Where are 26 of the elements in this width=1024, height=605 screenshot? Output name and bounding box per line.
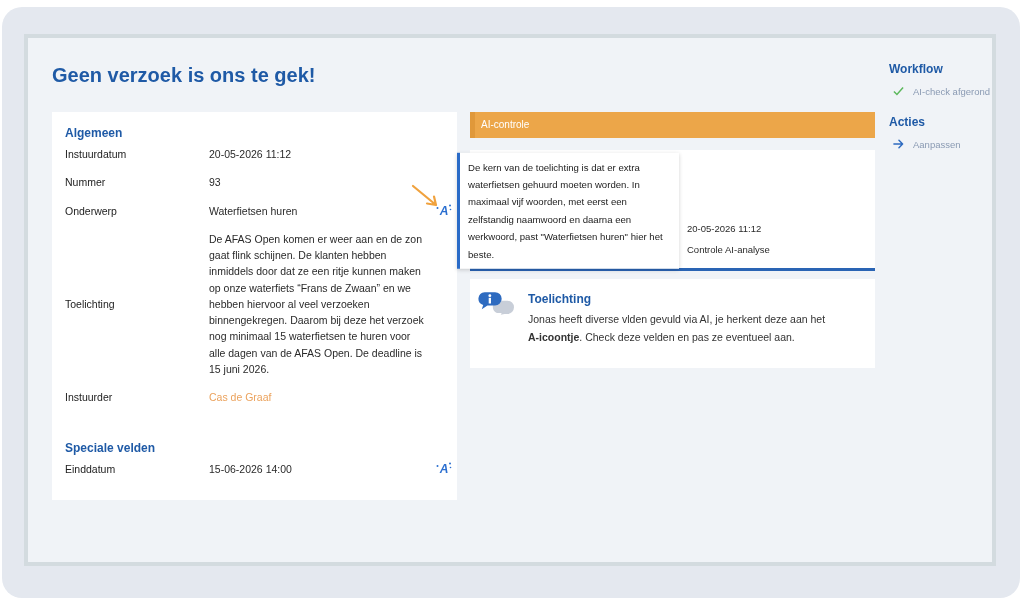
section-heading: Algemeen: [65, 126, 124, 140]
workflow-status: AI-check afgerond: [913, 85, 991, 97]
field-value: 93: [209, 175, 222, 191]
field-label: Instuurdatum: [65, 147, 128, 162]
page-title: Geen verzoek is ons te gek!: [52, 63, 317, 88]
field-value: 15-06-2026 14:00: [209, 462, 293, 478]
field-value: De AFAS Open komen er weer aan en de zon gaat flink schijnen. De klanten hebben inmiddels door dat ze een ritje kunnen maken op onze waterfiets “Frans de Zwaan” en we hebben hiervoor al veel verzoeken binnengekregen. Daarom bij deze het verzoek nog minimaal 15 waterfietsen te huren voor alle dagen van de AFAS Open. De deadline is 15 juni 2026.: [209, 231, 425, 377]
field-label: Instuurder: [65, 390, 114, 405]
check-type: Controle AI-analyse: [687, 243, 770, 257]
sidebar-heading: Workflow: [889, 62, 943, 76]
field-label: Onderwerp: [65, 203, 118, 218]
sidebar-heading: Acties: [889, 115, 926, 129]
field-label: Nummer: [65, 175, 107, 190]
field-value: Waterfietsen huren: [209, 203, 299, 219]
info-title: Toelichting: [528, 292, 593, 306]
info-text: Jonas heeft diverse vlden gevuld via AI, je herkent deze aan het A-icoontje. Check deze velden en pas ze eventueel aan.: [528, 312, 827, 345]
field-label: Einddatum: [65, 462, 117, 477]
ai-tooltip: De kern van de toelichting is dat er extra waterfietsen gehuurd moeten worden. In maximaal vijf woorden, met eerst een zelfstandig naamwoord en daarna een werkwoord, past "Waterfietsen huren" hier het beste.: [457, 152, 679, 269]
field-label: Toelichting: [65, 296, 116, 311]
info-chat-icon: [478, 292, 514, 315]
check-date: 20-05-2026 11:12: [687, 222, 762, 236]
section-heading: Speciale velden: [65, 441, 157, 456]
action-link[interactable]: Aanpassen: [889, 136, 961, 152]
field-value: 20-05-2026 11:12: [209, 147, 293, 162]
ai-check-header: AI-controle: [470, 112, 875, 138]
arrow-right-icon: [893, 139, 904, 149]
